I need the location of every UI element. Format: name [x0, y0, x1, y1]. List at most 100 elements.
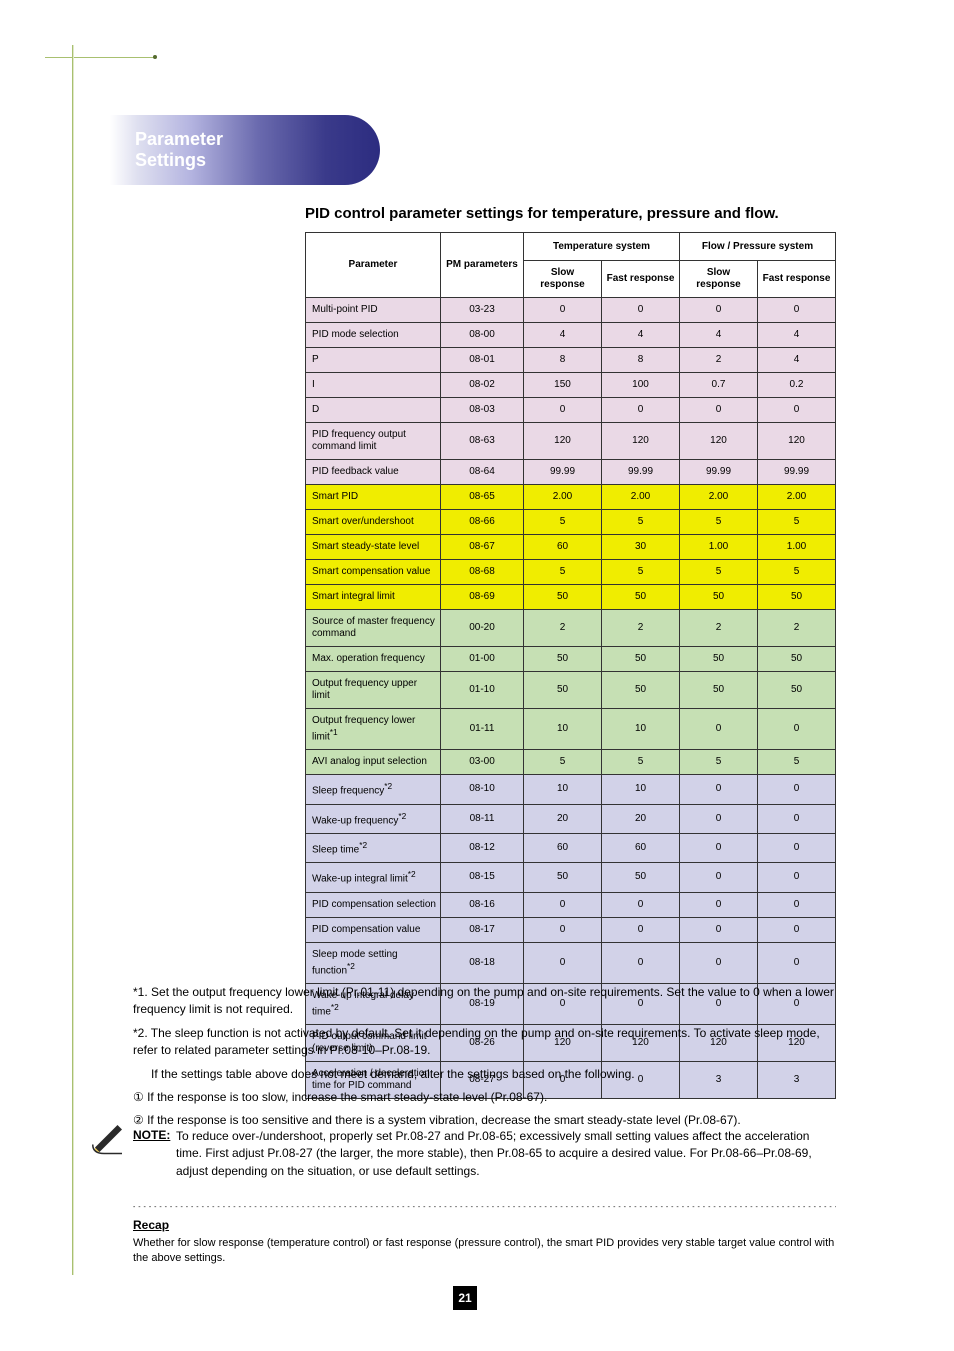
- table-cell: PID compensation selection: [306, 892, 441, 917]
- table-cell: 120: [524, 423, 602, 460]
- table-cell: 5: [602, 750, 680, 775]
- table-cell: 50: [602, 863, 680, 892]
- note-bullet-1: ① If the response is too slow, increase …: [133, 1089, 838, 1106]
- table-row: Output frequency lower limit*101-1110100…: [306, 709, 836, 750]
- table-cell: 01-00: [441, 647, 524, 672]
- separator-dashes: - - - - - - - - - - - - - - - - - - - - …: [133, 1204, 836, 1211]
- section-title: PID control parameter settings for tempe…: [305, 205, 835, 222]
- table-cell: Output frequency lower limit*1: [306, 709, 441, 750]
- table-row: AVI analog input selection03-005555: [306, 750, 836, 775]
- table-row: Smart PID08-652.002.002.002.00: [306, 485, 836, 510]
- table-cell: 5: [758, 750, 836, 775]
- table-cell: Multi-point PID: [306, 298, 441, 323]
- table-row: Wake-up frequency*208-11202000: [306, 804, 836, 833]
- table-cell: 5: [602, 510, 680, 535]
- table-cell: 03-00: [441, 750, 524, 775]
- table-cell: 08-17: [441, 917, 524, 942]
- table-cell: 20: [602, 804, 680, 833]
- col-header-temp-fast: Fast response: [602, 261, 680, 298]
- table-row: D08-030000: [306, 398, 836, 423]
- table-cell: Smart PID: [306, 485, 441, 510]
- table-cell: 0.2: [758, 373, 836, 398]
- table-row: PID mode selection08-004444: [306, 323, 836, 348]
- table-cell: Wake-up integral limit*2: [306, 863, 441, 892]
- table-cell: 4: [758, 348, 836, 373]
- table-row: PID frequency output command limit08-631…: [306, 423, 836, 460]
- table-cell: 20: [524, 804, 602, 833]
- table-cell: 8: [602, 348, 680, 373]
- note-label: NOTE:: [133, 1128, 170, 1142]
- parameter-table-container: Parameter PM parameters Temperature syst…: [305, 232, 835, 1099]
- table-cell: 4: [524, 323, 602, 348]
- table-cell: 2.00: [758, 485, 836, 510]
- table-cell: 0: [680, 942, 758, 983]
- table-cell: 0: [524, 942, 602, 983]
- table-header: Parameter PM parameters Temperature syst…: [306, 233, 836, 298]
- header-pill-label: Parameter Settings: [135, 129, 223, 170]
- table-cell: 5: [680, 510, 758, 535]
- note-footnote-1: *1. Set the output frequency lower limit…: [133, 984, 838, 1019]
- table-cell: 08-66: [441, 510, 524, 535]
- decor-horizontal-line: [45, 57, 155, 58]
- table-cell: 5: [524, 750, 602, 775]
- table-cell: 0: [680, 863, 758, 892]
- table-cell: 2: [524, 610, 602, 647]
- table-cell: 0: [680, 804, 758, 833]
- table-cell: Smart over/undershoot: [306, 510, 441, 535]
- table-cell: 0: [602, 942, 680, 983]
- table-cell: 08-67: [441, 535, 524, 560]
- table-cell: 50: [680, 647, 758, 672]
- table-cell: 0: [524, 892, 602, 917]
- table-cell: 01-11: [441, 709, 524, 750]
- recap-section: Recap Whether for slow response (tempera…: [133, 1218, 838, 1267]
- table-cell: 50: [524, 585, 602, 610]
- table-cell: 99.99: [524, 460, 602, 485]
- table-cell: 50: [758, 672, 836, 709]
- table-cell: PID frequency output command limit: [306, 423, 441, 460]
- table-cell: 0: [680, 298, 758, 323]
- table-cell: 2: [602, 610, 680, 647]
- page-number: 21: [453, 1286, 477, 1310]
- table-cell: 0: [602, 398, 680, 423]
- table-cell: Smart steady-state level: [306, 535, 441, 560]
- table-cell: Sleep time*2: [306, 833, 441, 862]
- table-cell: Sleep mode setting function*2: [306, 942, 441, 983]
- table-row: Smart integral limit08-6950505050: [306, 585, 836, 610]
- table-row: Output frequency upper limit01-105050505…: [306, 672, 836, 709]
- table-cell: 2: [680, 610, 758, 647]
- col-header-flow-fast: Fast response: [758, 261, 836, 298]
- table-cell: 100: [602, 373, 680, 398]
- table-cell: 0: [680, 775, 758, 804]
- table-cell: 0: [758, 863, 836, 892]
- table-cell: 08-18: [441, 942, 524, 983]
- table-cell: 8: [524, 348, 602, 373]
- table-cell: 0: [758, 804, 836, 833]
- table-cell: 150: [524, 373, 602, 398]
- table-cell: 01-10: [441, 672, 524, 709]
- col-header-flow-slow: Slow response: [680, 261, 758, 298]
- table-body: Multi-point PID03-230000PID mode selecti…: [306, 298, 836, 1099]
- table-cell: 60: [524, 833, 602, 862]
- table-cell: 5: [680, 750, 758, 775]
- table-row: I08-021501000.70.2: [306, 373, 836, 398]
- table-cell: 0: [758, 775, 836, 804]
- table-cell: 08-03: [441, 398, 524, 423]
- table-row: PID compensation selection08-160000: [306, 892, 836, 917]
- table-cell: 5: [602, 560, 680, 585]
- parameter-table: Parameter PM parameters Temperature syst…: [305, 232, 836, 1099]
- table-cell: P: [306, 348, 441, 373]
- table-row: Smart compensation value08-685555: [306, 560, 836, 585]
- table-cell: 0: [758, 298, 836, 323]
- table-cell: 0: [602, 917, 680, 942]
- table-cell: 2.00: [680, 485, 758, 510]
- table-cell: 2: [680, 348, 758, 373]
- table-cell: 0: [758, 892, 836, 917]
- table-cell: AVI analog input selection: [306, 750, 441, 775]
- table-cell: 1.00: [758, 535, 836, 560]
- table-cell: 03-23: [441, 298, 524, 323]
- table-cell: Smart compensation value: [306, 560, 441, 585]
- table-row: Max. operation frequency01-0050505050: [306, 647, 836, 672]
- table-cell: 60: [602, 833, 680, 862]
- table-cell: 50: [680, 585, 758, 610]
- table-cell: PID mode selection: [306, 323, 441, 348]
